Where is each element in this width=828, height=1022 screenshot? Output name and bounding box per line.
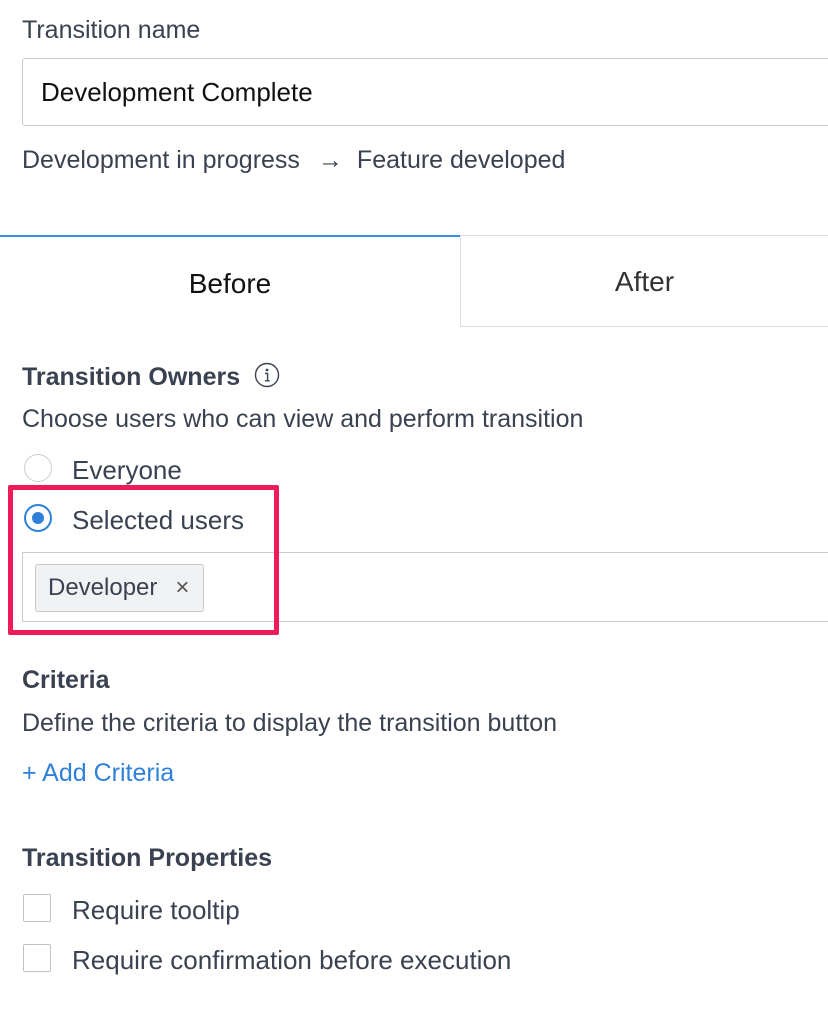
require-tooltip-checkbox[interactable]	[23, 894, 51, 922]
selected-users-label[interactable]: Selected users	[72, 505, 244, 536]
selected-users-radio[interactable]	[24, 504, 52, 532]
criteria-title: Criteria	[22, 666, 110, 694]
transition-path: Development in progress → Feature develope…	[22, 146, 565, 175]
info-circle-icon[interactable]	[254, 362, 280, 388]
everyone-radio[interactable]	[24, 454, 52, 482]
add-criteria-link[interactable]: + Add Criteria	[22, 759, 174, 788]
transition-name-label: Transition name	[22, 16, 201, 44]
remove-chip-icon[interactable]: ×	[175, 576, 189, 600]
chip-label: Developer	[48, 574, 158, 601]
criteria-description: Define the criteria to display the trans…	[22, 709, 558, 737]
everyone-label[interactable]: Everyone	[72, 455, 182, 486]
selected-users-field[interactable]: Developer ×	[22, 552, 828, 622]
right-arrow-icon: →	[317, 146, 343, 174]
before-after-tabs: Before After	[0, 235, 828, 327]
require-tooltip-label[interactable]: Require tooltip	[72, 895, 240, 926]
user-chip-developer: Developer ×	[35, 564, 205, 612]
owners-description: Choose users who can view and perform tr…	[22, 405, 584, 433]
to-status: Feature developed	[356, 146, 566, 174]
transition-name-input[interactable]: Development Complete	[22, 58, 828, 126]
owners-title: Transition Owners	[22, 363, 241, 391]
tab-after[interactable]: After	[460, 235, 828, 327]
tab-before[interactable]: Before	[0, 235, 460, 327]
properties-title: Transition Properties	[22, 844, 273, 872]
from-status: Development in progress	[22, 146, 300, 174]
require-confirmation-label[interactable]: Require confirmation before execution	[72, 945, 511, 976]
owners-section-title: Transition Owners	[22, 362, 280, 392]
require-confirmation-checkbox[interactable]	[23, 944, 51, 972]
